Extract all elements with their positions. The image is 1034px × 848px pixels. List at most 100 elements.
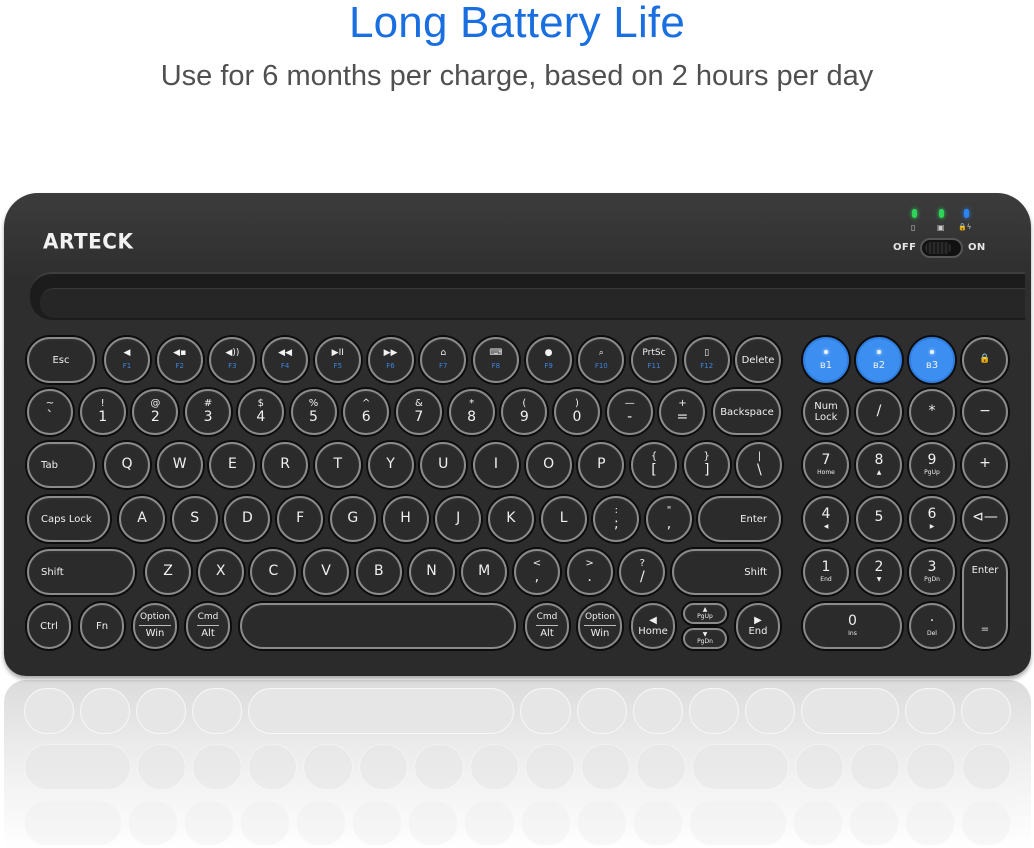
key-row2-3[interactable]: #3 bbox=[185, 389, 232, 435]
key-num-minus[interactable]: − bbox=[962, 389, 1008, 435]
key-letter[interactable]: K bbox=[487, 496, 534, 542]
key-f11[interactable]: PrtSc F11 bbox=[631, 337, 677, 383]
key-numpad[interactable]: 9 PgUp bbox=[909, 442, 955, 488]
key-letter[interactable]: F bbox=[277, 496, 324, 542]
key-f8[interactable]: ⌨ F8 bbox=[472, 337, 519, 383]
key-shift-right[interactable]: Shift bbox=[672, 549, 781, 595]
key-row2-11[interactable]: — - bbox=[606, 389, 653, 435]
key-end[interactable]: ▶ End bbox=[736, 603, 780, 649]
key-esc[interactable]: Esc bbox=[27, 337, 95, 383]
key-letter[interactable]: S bbox=[171, 496, 218, 542]
key-letter[interactable]: Y bbox=[367, 442, 414, 488]
key-letter[interactable]: B bbox=[355, 549, 402, 595]
key-bluetooth-2[interactable]: ʙ2 bbox=[856, 337, 902, 383]
key-letter[interactable]: H bbox=[382, 496, 429, 542]
key-letter[interactable]: A bbox=[119, 496, 165, 542]
key-row2-10[interactable]: ) 0 bbox=[554, 389, 600, 435]
key-numpad[interactable]: + bbox=[962, 442, 1008, 488]
key-numpad[interactable]: 1 End bbox=[803, 549, 849, 595]
key-letter[interactable]: M bbox=[461, 549, 508, 595]
key-f10[interactable]: ⌕ F10 bbox=[578, 337, 625, 383]
key-letter[interactable]: I bbox=[472, 442, 519, 488]
key-pgdn[interactable]: ▼ PgDn bbox=[683, 628, 727, 649]
key-lock[interactable]: 🔒 bbox=[962, 337, 1008, 383]
key-shift-left[interactable]: Shift bbox=[27, 549, 135, 595]
key-row2-9[interactable]: (9 bbox=[501, 389, 548, 435]
key-bluetooth-3[interactable]: ʙ3 bbox=[909, 337, 955, 383]
key-bluetooth-1[interactable]: ʙ1 bbox=[803, 337, 849, 383]
key-f6[interactable]: ▶▶ F6 bbox=[367, 337, 414, 383]
key-row2-0[interactable]: ~ ` bbox=[27, 389, 73, 435]
key-punct[interactable]: <, bbox=[513, 549, 560, 595]
key-bracket[interactable]: }] bbox=[683, 442, 730, 488]
key-f1[interactable]: ◀ F1 bbox=[104, 337, 150, 383]
key-f4[interactable]: ◀◀ F4 bbox=[262, 337, 309, 383]
key-numpad[interactable]: 6 ▶ bbox=[909, 496, 955, 542]
key-row2-8[interactable]: * 8 bbox=[448, 389, 495, 435]
key-label: I bbox=[493, 456, 498, 473]
key-label: 9 bbox=[519, 409, 529, 426]
key-option-left[interactable]: Option Win bbox=[133, 603, 177, 649]
key-caps-lock[interactable]: Caps Lock bbox=[27, 496, 110, 542]
key-f7[interactable]: ⌂ F7 bbox=[420, 337, 467, 383]
key-row2-4[interactable]: $4 bbox=[237, 389, 284, 435]
key-letter[interactable]: R bbox=[262, 442, 309, 488]
key-num-enter[interactable]: Enter = bbox=[962, 549, 1008, 649]
power-switch[interactable] bbox=[920, 238, 963, 258]
key-row2-7[interactable]: & 7 bbox=[395, 389, 442, 435]
key-punct[interactable]: >. bbox=[566, 549, 613, 595]
key-numpad[interactable]: 7 Home bbox=[803, 442, 849, 488]
key-letter[interactable]: G bbox=[329, 496, 376, 542]
key-ctrl[interactable]: Ctrl bbox=[27, 603, 71, 649]
key-numpad[interactable]: 5 bbox=[856, 496, 902, 542]
key-backspace[interactable]: Backspace bbox=[713, 389, 781, 435]
key-punct[interactable]: ? / bbox=[619, 549, 666, 595]
power-switch-knob[interactable] bbox=[925, 242, 951, 254]
key-row2-5[interactable]: % 5 bbox=[290, 389, 337, 435]
key-semicolon[interactable]: :; bbox=[593, 496, 640, 542]
key-delete[interactable]: Delete bbox=[735, 337, 781, 383]
key-home[interactable]: ◀ Home bbox=[631, 603, 675, 649]
key-numpad[interactable]: 3 PgDn bbox=[909, 549, 955, 595]
key-space[interactable] bbox=[240, 603, 516, 649]
key-fn[interactable]: Fn bbox=[80, 603, 124, 649]
key-letter[interactable]: L bbox=[540, 496, 587, 542]
key-letter[interactable]: W bbox=[156, 442, 203, 488]
key-num-divide[interactable]: / bbox=[856, 389, 902, 435]
key-enter[interactable]: Enter bbox=[698, 496, 781, 542]
key-num-multiply[interactable]: * bbox=[909, 389, 955, 435]
key-letter[interactable]: O bbox=[525, 442, 572, 488]
key-letter[interactable]: X bbox=[197, 549, 244, 595]
key-bracket[interactable]: {[ bbox=[631, 442, 677, 488]
key-numpad[interactable]: ⊲— bbox=[962, 496, 1008, 542]
key-tab[interactable]: Tab bbox=[27, 442, 95, 488]
key-letter[interactable]: Z bbox=[145, 549, 191, 595]
key-letter[interactable]: N bbox=[408, 549, 455, 595]
key-quote[interactable]: ", bbox=[646, 496, 692, 542]
key-num-decimal[interactable]: · Del bbox=[909, 603, 955, 649]
key-numpad[interactable]: 2 ▼ bbox=[856, 549, 902, 595]
key-numpad[interactable]: 8 ▲ bbox=[856, 442, 902, 488]
key-numpad[interactable]: 4 ◀ bbox=[803, 496, 849, 542]
key-letter[interactable]: V bbox=[303, 549, 350, 595]
key-f5[interactable]: ▶II F5 bbox=[314, 337, 361, 383]
key-letter[interactable]: J bbox=[435, 496, 482, 542]
key-letter[interactable]: P bbox=[578, 442, 625, 488]
key-num-lock[interactable]: Num Lock bbox=[803, 389, 849, 435]
key-letter[interactable]: T bbox=[314, 442, 361, 488]
key-shift-label: < bbox=[532, 558, 542, 570]
key-f2[interactable]: ◀▪ F2 bbox=[156, 337, 203, 383]
key-cmd-left[interactable]: Cmd Alt bbox=[186, 603, 230, 649]
key-pgup[interactable]: ▲ PgUp bbox=[683, 603, 727, 624]
key-option-right[interactable]: Option Win bbox=[578, 603, 622, 649]
key-cmd-right[interactable]: Cmd Alt bbox=[525, 603, 569, 649]
key-letter[interactable]: U bbox=[420, 442, 467, 488]
key-letter[interactable]: Q bbox=[104, 442, 150, 488]
key-row2-6[interactable]: ^ 6 bbox=[343, 389, 390, 435]
key-row2-1[interactable]: ! 1 bbox=[79, 389, 126, 435]
key-f12[interactable]: ▯ F12 bbox=[683, 337, 730, 383]
key-label: 3 bbox=[203, 409, 213, 426]
key-label: Delete bbox=[741, 354, 775, 366]
key-f9[interactable]: ● F9 bbox=[525, 337, 572, 383]
key-num-0[interactable]: 0 Ins bbox=[803, 603, 902, 649]
